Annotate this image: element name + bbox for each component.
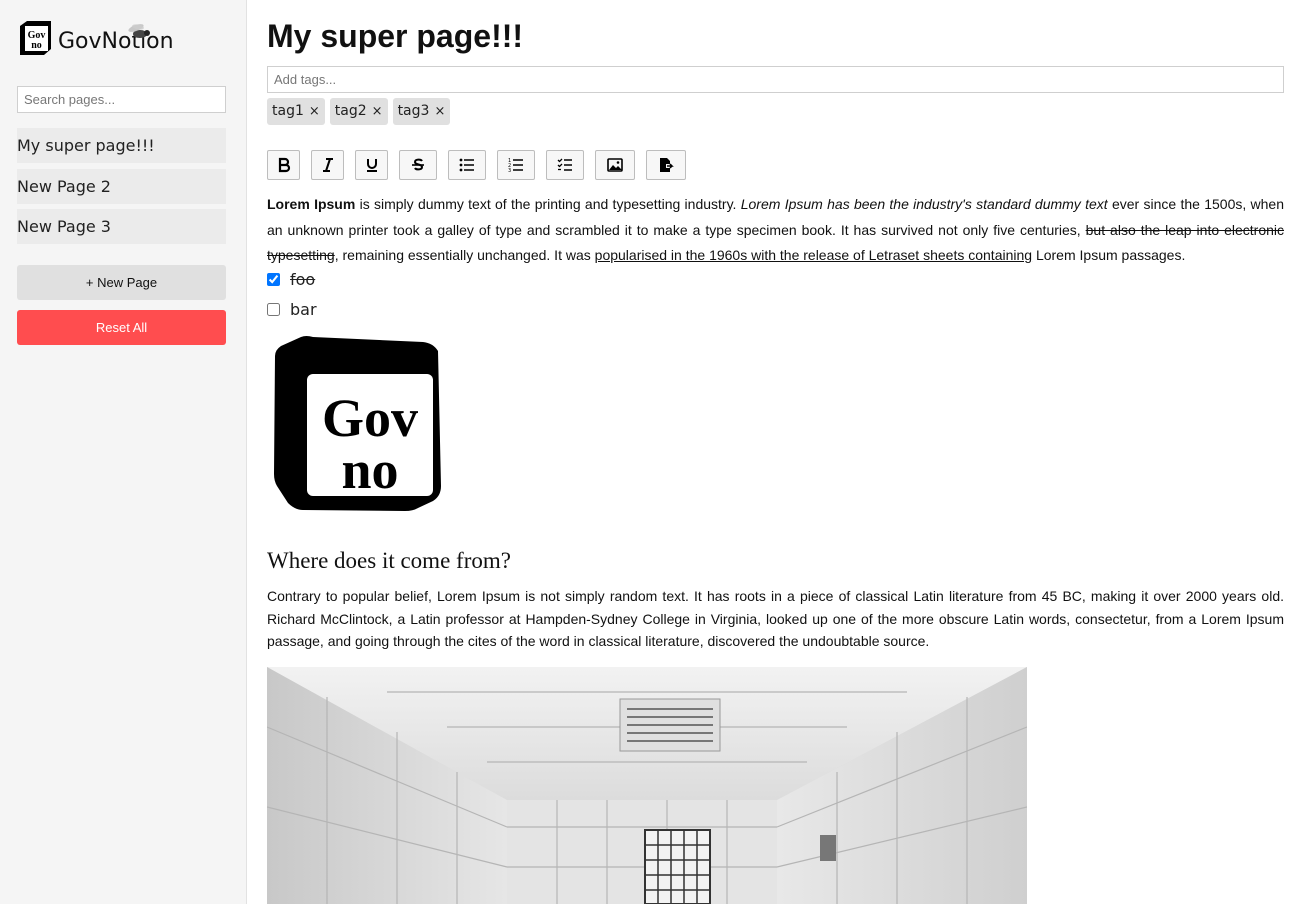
svg-text:no: no [341,440,398,500]
bold-icon [278,157,290,173]
sidebar-item-new-page-2[interactable]: New Page 2 [17,169,226,204]
reset-all-button[interactable]: Reset All [17,310,226,345]
brand[interactable]: Gov no GovNotion [17,18,174,58]
checklist-button[interactable] [546,150,584,180]
tag-chip: tag2 × [329,98,388,125]
underlined-text: popularised in the 1960s with the releas… [594,247,1033,263]
tag-chip: tag3 × [392,98,451,125]
checklist-checkbox[interactable] [267,303,280,316]
bullet-list-button[interactable] [448,150,486,180]
new-page-button[interactable]: + New Page [17,265,226,300]
numbered-list-icon: 123 [508,158,523,173]
tag-remove-button[interactable]: × [434,98,445,125]
brand-name: GovNotion [58,28,174,54]
tag-list: tag1 × tag2 × tag3 × [267,98,451,125]
tag-chip: tag1 × [267,98,325,125]
sidebar: Gov no GovNotion My super page!!! New Pa… [0,0,247,904]
bold-text: Lorem Ipsum [267,196,356,212]
checklist-label: bar [290,300,317,319]
section-heading[interactable]: Where does it come from? [267,548,511,574]
underline-button[interactable] [355,150,388,180]
tag-remove-button[interactable]: × [309,98,320,125]
checklist-item-foo[interactable]: foo [267,270,315,289]
govnotion-logo-icon: Gov no [20,21,51,55]
checklist-label: foo [290,270,316,289]
paragraph-text: , remaining essentially unchanged. It wa… [334,247,595,263]
export-button[interactable] [646,150,686,180]
fly-icon [128,24,150,38]
underline-icon [366,159,377,172]
editor-toolbar: 123 [267,150,686,180]
italic-icon [322,158,333,172]
image-icon [607,158,623,172]
editor-paragraph[interactable]: Lorem Ipsum is simply dummy text of the … [267,192,1284,269]
sidebar-item-new-page-3[interactable]: New Page 3 [17,209,226,244]
italic-button[interactable] [311,150,344,180]
tag-label: tag3 [397,103,430,119]
tag-label: tag2 [334,103,367,119]
tags-input[interactable] [267,66,1284,93]
italic-text: Lorem Ipsum has been the industry's stan… [740,196,1108,212]
tag-label: tag1 [272,103,304,119]
padded-room-image [267,667,1027,904]
paragraph-text: Lorem Ipsum passages. [1032,247,1186,263]
svg-text:Gov: Gov [322,388,418,448]
checklist-checkbox[interactable] [267,273,280,286]
svg-text:3: 3 [508,168,511,173]
sidebar-item-my-super-page[interactable]: My super page!!! [17,128,226,163]
svg-text:no: no [31,40,42,51]
govno-logo-image: Gov no [274,336,441,511]
numbered-list-button[interactable]: 123 [497,150,535,180]
checklist-icon [557,158,572,171]
bold-button[interactable] [267,150,300,180]
page-title[interactable]: My super page!!! [267,18,523,55]
search-input[interactable] [17,86,226,113]
strikethrough-button[interactable] [399,150,437,180]
section-paragraph[interactable]: Contrary to popular belief, Lorem Ipsum … [267,585,1284,653]
image-button[interactable] [595,150,635,180]
strikethrough-icon [412,158,424,171]
tag-remove-button[interactable]: × [372,98,383,125]
export-icon [660,158,674,172]
bullet-list-icon [459,158,474,172]
paragraph-text: is simply dummy text of the printing and… [355,196,741,212]
checklist-item-bar[interactable]: bar [267,300,317,319]
